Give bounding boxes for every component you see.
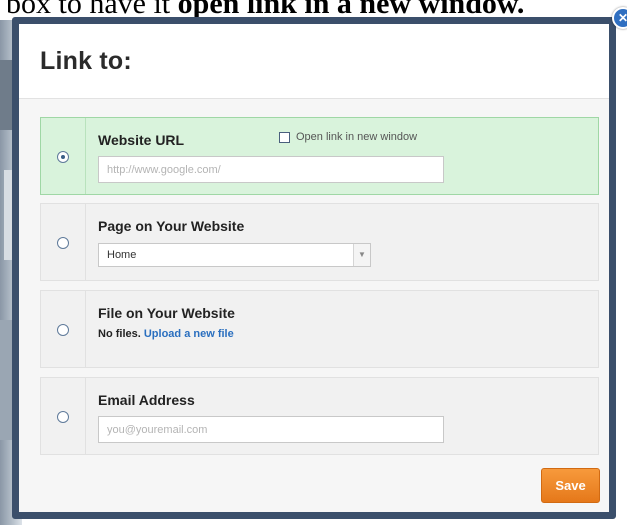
close-icon[interactable]: ✕ <box>612 7 627 29</box>
dialog-header: Link to: <box>19 24 609 99</box>
option-page[interactable]: Page on Your Website Home ▼ <box>40 203 599 281</box>
no-files-label: No files. <box>98 328 141 340</box>
website-url-input[interactable] <box>98 156 444 183</box>
page-select-value: Home <box>107 249 137 261</box>
option-label-website-url: Website URL <box>98 132 185 148</box>
radio-file[interactable] <box>57 324 69 336</box>
email-input[interactable] <box>98 416 444 443</box>
page-select[interactable]: Home ▼ <box>98 243 371 267</box>
new-window-label[interactable]: Open link in new window <box>296 131 417 143</box>
option-label-page: Page on Your Website <box>98 218 245 234</box>
link-dialog: Link to: Website URL Open link in new wi… <box>12 17 616 519</box>
radio-column <box>41 378 86 454</box>
radio-column <box>41 291 86 367</box>
dialog-body: Website URL Open link in new window Page… <box>19 99 609 512</box>
option-label-file: File on Your Website <box>98 305 235 321</box>
chevron-down-icon[interactable]: ▼ <box>353 244 370 266</box>
new-window-checkbox[interactable] <box>279 131 290 143</box>
radio-column <box>41 118 86 194</box>
radio-website-url[interactable] <box>57 151 69 163</box>
radio-page[interactable] <box>57 237 69 249</box>
upload-file-link[interactable]: Upload a new file <box>144 328 234 340</box>
option-file[interactable]: File on Your Website No files. Upload a … <box>40 290 599 368</box>
radio-email[interactable] <box>57 411 69 423</box>
background-shape <box>0 320 12 440</box>
option-website-url[interactable]: Website URL Open link in new window <box>40 117 599 195</box>
dialog-title: Link to: <box>40 47 132 75</box>
option-email[interactable]: Email Address <box>40 377 599 455</box>
new-window-checkbox-group[interactable]: Open link in new window <box>279 131 417 143</box>
save-button[interactable]: Save <box>541 468 600 503</box>
radio-column <box>41 204 86 280</box>
no-files-text: No files. Upload a new file <box>98 328 234 340</box>
option-label-email: Email Address <box>98 392 195 408</box>
